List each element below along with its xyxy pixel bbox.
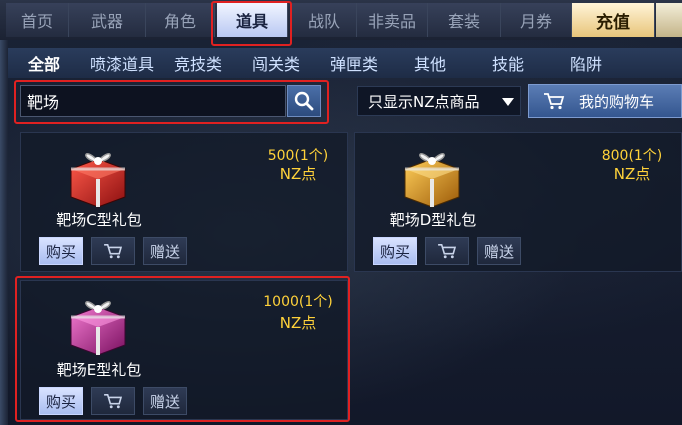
- tab-label: 充值: [596, 12, 630, 33]
- sub-tab-label: 弹匣类: [329, 55, 378, 74]
- product-currency: NZ点: [613, 165, 651, 183]
- gift-box-icon: [404, 153, 460, 208]
- sub-tab-label: 闯关类: [251, 55, 300, 74]
- sub-tab-label: 竞技类: [173, 55, 222, 74]
- gift-box-icon: [70, 301, 126, 356]
- tab-label: 武器: [90, 12, 123, 31]
- sub-tab-all[interactable]: 全部: [16, 48, 72, 78]
- tab-items[interactable]: 道具: [217, 3, 288, 37]
- tab-sets[interactable]: 套装: [428, 3, 501, 37]
- gift-label: 赠送: [483, 242, 514, 261]
- tab-weapons[interactable]: 武器: [69, 3, 146, 37]
- tab-recharge[interactable]: 充值: [572, 3, 655, 37]
- add-to-cart-button[interactable]: [91, 387, 135, 415]
- product-name: 靶场C型礼包: [56, 211, 142, 229]
- tab-label: 非卖品: [367, 12, 416, 31]
- tab-team[interactable]: 战队: [292, 3, 357, 37]
- buy-label: 购买: [379, 242, 410, 261]
- gift-box-icon: [70, 153, 126, 208]
- product-card[interactable]: 800(1个) NZ点 靶场D型礼包 购买 赠送: [354, 132, 682, 272]
- filter-selected-value: 只显示NZ点商品: [368, 92, 480, 111]
- cart-icon: [104, 243, 123, 259]
- tab-more[interactable]: [656, 3, 682, 37]
- gift-button[interactable]: 赠送: [143, 237, 187, 265]
- sub-tab-traps[interactable]: 陷阱: [560, 48, 612, 78]
- sub-tab-other[interactable]: 其他: [404, 48, 456, 78]
- tab-label: 道具: [235, 12, 268, 31]
- tab-monthly-voucher[interactable]: 月券: [501, 3, 572, 37]
- sub-tab-spray[interactable]: 喷漆道具: [82, 48, 162, 78]
- buy-label: 购买: [45, 242, 76, 261]
- product-card[interactable]: 1000(1个) NZ点 靶场E型礼包 购买 赠送: [20, 280, 348, 420]
- cart-icon: [438, 243, 457, 259]
- sub-tab-label: 技能: [491, 55, 524, 74]
- gift-label: 赠送: [149, 392, 180, 411]
- sub-tab-label: 其他: [413, 55, 446, 74]
- tab-characters[interactable]: 角色: [146, 3, 215, 37]
- product-price: 800(1个): [601, 148, 663, 164]
- tab-home[interactable]: 首页: [6, 3, 69, 37]
- add-to-cart-button[interactable]: [425, 237, 469, 265]
- product-name: 靶场D型礼包: [389, 211, 477, 229]
- cart-label: 我的购物车: [579, 92, 655, 111]
- sub-tab-label: 喷漆道具: [89, 55, 154, 74]
- tab-label: 月券: [519, 12, 552, 31]
- gift-button[interactable]: 赠送: [477, 237, 521, 265]
- gift-label: 赠送: [149, 242, 180, 261]
- product-currency: NZ点: [279, 314, 317, 332]
- sub-tab-label: 陷阱: [569, 55, 602, 74]
- gift-button[interactable]: 赠送: [143, 387, 187, 415]
- window-edge: [0, 0, 8, 425]
- product-price: 1000(1个): [263, 294, 333, 310]
- tab-not-for-sale[interactable]: 非卖品: [357, 3, 428, 37]
- buy-label: 购买: [45, 392, 76, 411]
- sub-tab-label: 全部: [27, 55, 60, 74]
- buy-button[interactable]: 购买: [39, 387, 83, 415]
- search-button[interactable]: [287, 85, 321, 117]
- sub-tab-competitive[interactable]: 竞技类: [166, 48, 230, 78]
- chevron-down-icon: [502, 98, 514, 106]
- my-cart-button[interactable]: 我的购物车: [528, 84, 682, 118]
- sub-tab-skills[interactable]: 技能: [482, 48, 534, 78]
- sub-category-bar: 全部 喷漆道具 竞技类 闯关类 弹匣类 其他 技能 陷阱: [8, 48, 682, 78]
- search-input[interactable]: [20, 85, 286, 117]
- product-price: 500(1个): [267, 148, 329, 164]
- cart-icon: [544, 93, 565, 110]
- nz-filter-dropdown[interactable]: 只显示NZ点商品: [357, 86, 521, 116]
- product-name: 靶场E型礼包: [56, 361, 142, 379]
- search-icon: [294, 91, 314, 111]
- tab-label: 首页: [20, 12, 53, 31]
- tab-label: 套装: [447, 12, 480, 31]
- sub-tab-magazine[interactable]: 弹匣类: [322, 48, 386, 78]
- tab-label: 战队: [307, 12, 340, 31]
- buy-button[interactable]: 购买: [39, 237, 83, 265]
- add-to-cart-button[interactable]: [91, 237, 135, 265]
- cart-icon: [104, 393, 123, 409]
- tab-label: 角色: [163, 12, 196, 31]
- product-card[interactable]: 500(1个) NZ点 靶场C型礼包 购买 赠送: [20, 132, 348, 272]
- product-currency: NZ点: [279, 165, 317, 183]
- top-tab-bar: 首页 武器 角色 道具 战队 非卖品 套装 月券 充值: [0, 0, 682, 40]
- sub-tab-challenge[interactable]: 闯关类: [244, 48, 308, 78]
- buy-button[interactable]: 购买: [373, 237, 417, 265]
